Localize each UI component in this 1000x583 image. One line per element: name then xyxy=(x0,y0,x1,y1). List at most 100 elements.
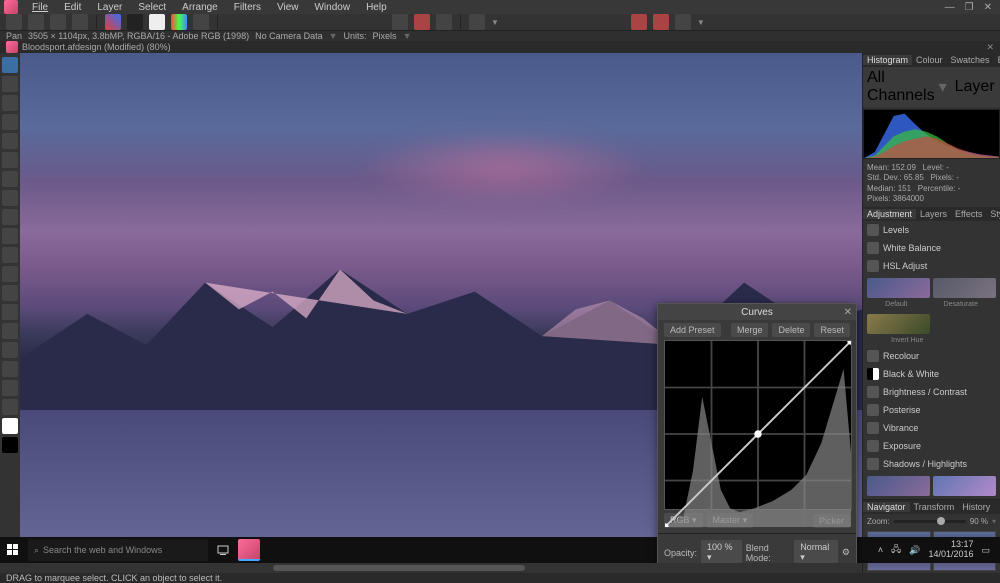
tool-pen[interactable] xyxy=(2,361,18,377)
tab-layers[interactable]: Layers xyxy=(916,209,951,219)
preset-sh-1[interactable] xyxy=(867,476,930,496)
curves-delete-button[interactable]: Delete xyxy=(772,323,810,337)
adjustment-shadows-highlights[interactable]: Shadows / Highlights xyxy=(863,455,1000,473)
toolbar-persona-develop[interactable] xyxy=(50,14,66,30)
tool-fill[interactable] xyxy=(2,247,18,263)
tray-network-icon[interactable]: 🖧 xyxy=(891,542,901,558)
taskbar-clock[interactable]: 13:17 14/01/2016 xyxy=(928,540,973,560)
toolbar-selection-add[interactable] xyxy=(414,14,430,30)
curves-opacity-value[interactable]: 100 % ▾ xyxy=(701,540,742,563)
menu-file[interactable]: File xyxy=(24,2,56,13)
tab-brushes[interactable]: Brushes xyxy=(994,55,1000,65)
toolbar-persona-photo[interactable] xyxy=(6,14,22,30)
tool-dodge[interactable] xyxy=(2,304,18,320)
tab-history[interactable]: History xyxy=(958,502,994,512)
curves-add-preset-button[interactable]: Add Preset xyxy=(664,323,721,337)
tab-histogram[interactable]: Histogram xyxy=(863,55,912,65)
tool-move[interactable] xyxy=(2,76,18,92)
tool-clone[interactable] xyxy=(2,285,18,301)
tool-brush[interactable] xyxy=(2,228,18,244)
canvas[interactable]: Curves ✕ Add Preset Merge Delete Reset xyxy=(20,53,862,563)
chevron-down-icon[interactable]: ▼ xyxy=(697,18,705,27)
toolbar-auto-levels[interactable] xyxy=(127,14,143,30)
tool-blur[interactable] xyxy=(2,323,18,339)
curves-close-icon[interactable]: ✕ xyxy=(844,307,852,318)
start-button[interactable] xyxy=(0,537,26,563)
context-camera[interactable]: No Camera Data xyxy=(255,31,323,41)
curves-graph[interactable] xyxy=(664,340,852,510)
preset-invert-hue[interactable] xyxy=(867,314,930,334)
document-tab[interactable]: Bloodsport.afdesign (Modified) (80%) ✕ xyxy=(0,41,1000,53)
tab-adjustment[interactable]: Adjustment xyxy=(863,209,916,219)
tool-selection-brush[interactable] xyxy=(2,171,18,187)
adjustment-brightness-contrast[interactable]: Brightness / Contrast xyxy=(863,383,1000,401)
curves-merge-button[interactable]: Merge xyxy=(731,323,769,337)
adjustment-vibrance[interactable]: Vibrance xyxy=(863,419,1000,437)
tool-colorpicker[interactable] xyxy=(2,95,18,111)
chevron-down-icon[interactable]: ▾ xyxy=(992,517,996,526)
tray-volume-icon[interactable]: 🔊 xyxy=(909,545,920,556)
tab-colour[interactable]: Colour xyxy=(912,55,947,65)
zoom-slider-thumb[interactable] xyxy=(937,517,945,525)
preset-desaturate[interactable] xyxy=(933,278,996,298)
tool-erase[interactable] xyxy=(2,266,18,282)
menu-edit[interactable]: Edit xyxy=(56,2,89,13)
tool-pan[interactable] xyxy=(2,57,18,73)
task-view-button[interactable] xyxy=(212,539,234,561)
scrollbar-thumb[interactable] xyxy=(273,565,526,571)
context-units-value[interactable]: Pixels xyxy=(373,31,397,41)
tool-selection-free[interactable] xyxy=(2,152,18,168)
tool-shape[interactable] xyxy=(2,380,18,396)
document-close-icon[interactable]: ✕ xyxy=(986,42,994,53)
toolbar-quickmask[interactable] xyxy=(469,14,485,30)
adjustment-white-balance[interactable]: White Balance xyxy=(863,239,1000,257)
tool-flood[interactable] xyxy=(2,190,18,206)
adjustment-exposure[interactable]: Exposure xyxy=(863,437,1000,455)
taskbar-app-affinity[interactable] xyxy=(238,539,260,561)
toolbar-auto-contrast[interactable] xyxy=(149,14,165,30)
maximize-icon[interactable]: ❐ xyxy=(965,2,974,13)
gear-icon[interactable]: ⚙ xyxy=(842,547,850,558)
toolbar-assistant[interactable] xyxy=(675,14,691,30)
tray-notifications-icon[interactable]: ▭ xyxy=(981,545,990,556)
chevron-down-icon[interactable]: ▼ xyxy=(491,18,499,27)
tab-styles[interactable]: Styles xyxy=(986,209,1000,219)
tool-gradient[interactable] xyxy=(2,209,18,225)
minimize-icon[interactable]: — xyxy=(945,2,955,13)
menu-arrange[interactable]: Arrange xyxy=(174,2,226,13)
menu-view[interactable]: View xyxy=(269,2,307,13)
toolbar-auto-colors[interactable] xyxy=(171,14,187,30)
horizontal-scrollbar[interactable] xyxy=(20,563,862,573)
toolbar-selection-sub[interactable] xyxy=(436,14,452,30)
toolbar-snap[interactable] xyxy=(631,14,647,30)
tray-chevron-icon[interactable]: ˄ xyxy=(878,545,883,555)
chevron-down-icon[interactable]: ▼ xyxy=(329,31,338,41)
tool-redeye[interactable] xyxy=(2,342,18,358)
toolbar-align[interactable] xyxy=(653,14,669,30)
adjustment-posterise[interactable]: Posterise xyxy=(863,401,1000,419)
zoom-slider[interactable] xyxy=(894,520,966,523)
toolbar-persona-liquify[interactable] xyxy=(28,14,44,30)
taskbar-search[interactable]: ⌕ Search the web and Windows xyxy=(28,539,208,561)
tool-crop[interactable] xyxy=(2,114,18,130)
histogram-channels-select[interactable]: All Channels xyxy=(867,69,935,105)
tool-text[interactable] xyxy=(2,399,18,415)
chevron-down-icon[interactable]: ▾ xyxy=(939,77,947,97)
preset-sh-2[interactable] xyxy=(933,476,996,496)
tool-foreground-swatch[interactable] xyxy=(2,418,18,434)
preset-default[interactable] xyxy=(867,278,930,298)
curves-blend-value[interactable]: Normal ▾ xyxy=(794,540,838,563)
toolbar-swatches[interactable] xyxy=(105,14,121,30)
adjustment-black-white[interactable]: Black & White xyxy=(863,365,1000,383)
adjustment-hsl[interactable]: HSL Adjust xyxy=(863,257,1000,275)
menu-filters[interactable]: Filters xyxy=(226,2,269,13)
close-icon[interactable]: ✕ xyxy=(984,2,992,13)
toolbar-persona-export[interactable] xyxy=(72,14,88,30)
tab-transform[interactable]: Transform xyxy=(910,502,959,512)
menu-select[interactable]: Select xyxy=(130,2,174,13)
tool-background-swatch[interactable] xyxy=(2,437,18,453)
histogram-layer-toggle[interactable]: Layer xyxy=(955,78,995,96)
toolbar-auto-wb[interactable] xyxy=(193,14,209,30)
curves-titlebar[interactable]: Curves ✕ xyxy=(658,304,856,320)
chevron-down-icon[interactable]: ▼ xyxy=(403,31,412,41)
